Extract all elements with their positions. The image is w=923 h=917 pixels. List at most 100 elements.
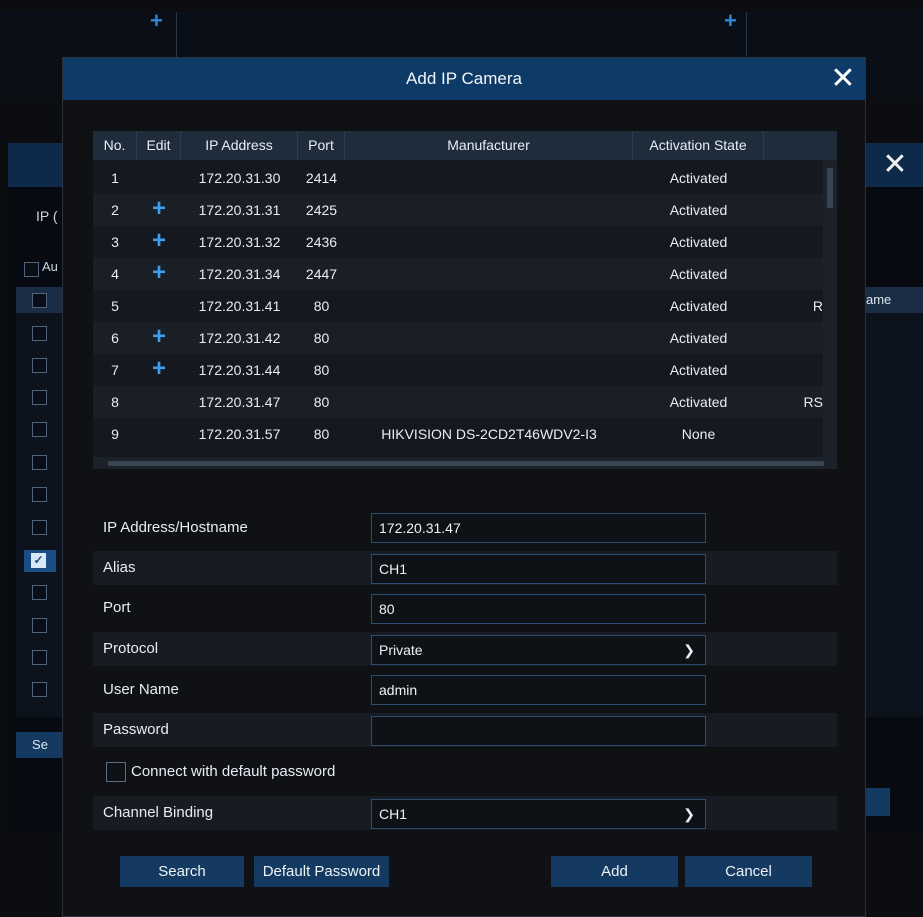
- row-checkbox[interactable]: [32, 682, 47, 697]
- alias-label: Alias: [103, 559, 136, 576]
- row-checkbox[interactable]: [32, 487, 47, 502]
- edit-plus-icon[interactable]: +: [137, 258, 181, 290]
- edit-plus-icon[interactable]: +: [137, 322, 181, 354]
- cell-truncated: [764, 162, 823, 194]
- scrollbar-thumb[interactable]: [827, 168, 833, 208]
- row-checkbox[interactable]: [32, 326, 47, 341]
- cell-port: 80: [313, 298, 330, 314]
- default-password-checkbox-label[interactable]: Connect with default password: [131, 762, 335, 782]
- cell-no: 7: [111, 362, 119, 378]
- chevron-down-icon: ❯: [683, 806, 695, 822]
- default-password-checkbox[interactable]: [106, 762, 126, 782]
- cell-ip-address: 172.20.31.41: [198, 298, 281, 314]
- cell-activation-state: Activated: [669, 394, 728, 410]
- row-checkbox[interactable]: [32, 422, 47, 437]
- auto-checkbox[interactable]: [24, 262, 39, 277]
- default-password-button[interactable]: Default Password: [254, 856, 389, 887]
- protocol-value: Private: [379, 642, 423, 658]
- add-button[interactable]: Add: [551, 856, 678, 887]
- close-icon[interactable]: ✕: [875, 148, 915, 182]
- cell-port: 2425: [305, 202, 338, 218]
- ip-address-input[interactable]: 172.20.31.47: [371, 513, 706, 543]
- cell-no: 4: [111, 266, 119, 282]
- port-label: Port: [103, 599, 131, 616]
- row-checkbox[interactable]: [32, 390, 47, 405]
- row-checkbox[interactable]: [32, 585, 47, 600]
- select-all-checkbox[interactable]: [32, 293, 47, 308]
- column-header-manufacturer[interactable]: Manufacturer: [345, 131, 633, 160]
- cell-no: 1: [111, 170, 119, 186]
- edit-plus-icon[interactable]: +: [137, 226, 181, 258]
- cell-ip-address: 172.20.31.47: [198, 394, 281, 410]
- background-divider: [746, 12, 747, 57]
- cell-manufacturer: [345, 258, 633, 290]
- cell-activation-state: Activated: [669, 266, 728, 282]
- scrollbar-thumb[interactable]: [108, 461, 824, 466]
- cell-no: 2: [111, 202, 119, 218]
- alias-input[interactable]: CH1: [371, 554, 706, 584]
- column-header-extra: [764, 131, 837, 160]
- cell-truncated: [764, 418, 823, 450]
- cell-no: 6: [111, 330, 119, 346]
- plus-icon[interactable]: +: [724, 10, 737, 32]
- background-button[interactable]: [862, 788, 890, 816]
- column-header-port[interactable]: Port: [298, 131, 345, 160]
- cell-no: 5: [111, 298, 119, 314]
- cell-port: 80: [313, 362, 330, 378]
- cell-activation-state: Activated: [669, 202, 728, 218]
- channel-binding-value: CH1: [379, 806, 408, 822]
- row-checkbox[interactable]: [32, 618, 47, 633]
- cell-truncated: [764, 322, 823, 354]
- username-input[interactable]: admin: [371, 675, 706, 705]
- close-icon[interactable]: ✕: [826, 62, 860, 96]
- cell-ip-address: 172.20.31.30: [198, 170, 281, 186]
- cell-ip-address: 172.20.31.32: [198, 234, 281, 250]
- cell-port: 80: [313, 394, 330, 410]
- row-checkbox[interactable]: [32, 455, 47, 470]
- column-header-activation[interactable]: Activation State: [633, 131, 764, 160]
- row-checkbox[interactable]: [32, 520, 47, 535]
- cell-ip-address: 172.20.31.44: [198, 362, 281, 378]
- channel-binding-select[interactable]: CH1 ❯: [371, 799, 706, 829]
- background-search-button[interactable]: Sе: [16, 732, 64, 758]
- cell-no: 9: [111, 426, 119, 442]
- cell-manufacturer: HIKVISION DS-2CD2T46WDV2-I3: [381, 426, 597, 442]
- cell-activation-state: Activated: [669, 170, 728, 186]
- cell-ip-address: 172.20.31.57: [198, 426, 281, 442]
- background-column-header-name: ame: [862, 287, 923, 313]
- background-right-column: [862, 287, 923, 717]
- cell-truncated: [764, 354, 823, 386]
- cell-truncated: R: [812, 298, 823, 314]
- edit-plus-icon[interactable]: +: [137, 354, 181, 386]
- cell-activation-state: Activated: [669, 298, 728, 314]
- cell-activation-state: Activated: [669, 362, 728, 378]
- ip-address-label: IP Address/Hostname: [103, 519, 248, 536]
- background-ip-label: IP (: [36, 208, 58, 224]
- cell-manufacturer: [345, 354, 633, 386]
- cell-manufacturer: [345, 162, 633, 194]
- protocol-select[interactable]: Private ❯: [371, 635, 706, 665]
- cell-port: 80: [313, 426, 330, 442]
- row-checkbox[interactable]: [32, 358, 47, 373]
- column-header-edit[interactable]: Edit: [137, 131, 181, 160]
- plus-icon[interactable]: +: [150, 10, 163, 32]
- cell-activation-state: None: [681, 426, 716, 442]
- protocol-label: Protocol: [103, 640, 159, 657]
- channel-binding-label: Channel Binding: [103, 804, 214, 821]
- cell-activation-state: Activated: [669, 234, 728, 250]
- cell-manufacturer: [345, 386, 633, 418]
- cell-manufacturer: [345, 290, 633, 322]
- port-input[interactable]: 80: [371, 594, 706, 624]
- column-header-no[interactable]: No.: [93, 131, 137, 160]
- edit-plus-icon[interactable]: +: [137, 194, 181, 226]
- row-checkbox[interactable]: [32, 650, 47, 665]
- cell-no: 3: [111, 234, 119, 250]
- search-button[interactable]: Search: [120, 856, 244, 887]
- cell-ip-address: 172.20.31.42: [198, 330, 281, 346]
- checked-checkbox[interactable]: ✓: [31, 553, 46, 568]
- password-input[interactable]: [371, 716, 706, 746]
- column-header-text: ame: [866, 292, 892, 307]
- column-header-ip[interactable]: IP Address: [181, 131, 298, 160]
- cell-port: 2447: [305, 266, 338, 282]
- cancel-button[interactable]: Cancel: [685, 856, 812, 887]
